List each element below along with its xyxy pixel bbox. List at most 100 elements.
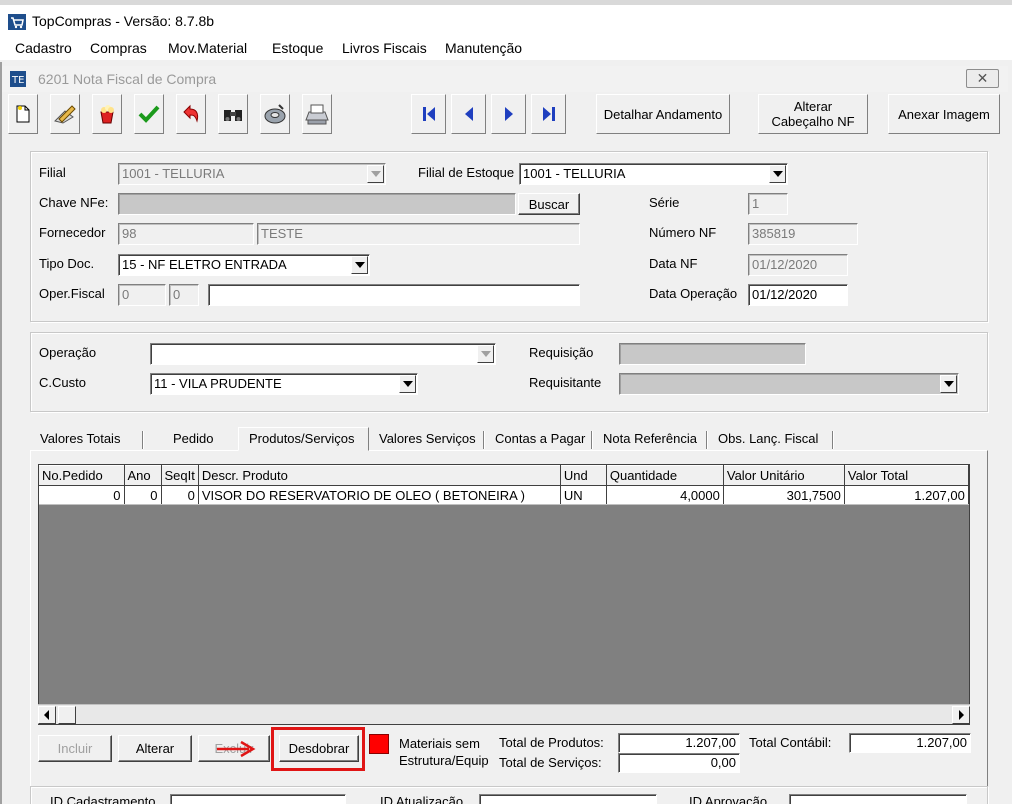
col-ano[interactable]: Ano [124,465,162,486]
new-document-icon [16,105,30,123]
col-descr-produto[interactable]: Descr. Produto [198,465,561,486]
disk-icon [264,104,286,124]
detalhar-andamento-button[interactable]: Detalhar Andamento [596,94,730,134]
red-arrow-icon [217,740,256,758]
menu-compras[interactable]: Compras [88,40,149,56]
oper-fiscal-b-field[interactable]: 0 [169,284,199,306]
filial-select[interactable]: 1001 - TELLURIA [118,163,386,185]
anexar-imagem-button[interactable]: Anexar Imagem [888,94,1000,134]
tab-contas-a-pagar[interactable]: Contas a Pagar [485,431,593,451]
id-atualizacao-label: ID Atualização [380,794,464,804]
operacao-select[interactable] [150,343,496,365]
requisicao-field[interactable] [619,343,806,365]
fornecedor-name-field[interactable]: TESTE [257,223,580,245]
scroll-left-button[interactable] [38,706,56,724]
chave-nfe-field[interactable] [118,193,516,215]
cell-quantidade: 4,0000 [606,485,724,505]
cell-no-pedido: 0 [39,485,125,505]
disk-button[interactable] [260,94,290,134]
next-record-button[interactable] [491,94,526,134]
col-valor-total[interactable]: Valor Total [844,465,969,486]
id-aprovacao-field [789,794,967,804]
data-nf-field[interactable]: 01/12/2020 [748,254,848,276]
menu-manutencao[interactable]: Manutenção [443,40,524,56]
search-button[interactable] [218,94,248,134]
filial-label: Filial [39,165,66,180]
requisitante-select[interactable] [619,373,959,395]
tab-valores-servicos[interactable]: Valores Serviços [369,431,485,451]
data-operacao-field[interactable]: 01/12/2020 [748,284,848,306]
svg-text:TE: TE [11,75,24,86]
col-und[interactable]: Und [560,465,607,486]
alterar-button[interactable]: Alterar [118,735,192,762]
pencil-paper-icon [54,105,76,124]
tab-nota-referencia[interactable]: Nota Referência [593,431,708,451]
serie-field[interactable]: 1 [748,193,788,215]
col-no-pedido[interactable]: No.Pedido [39,465,125,486]
tab-obs-lanc-fiscal[interactable]: Obs. Lanç. Fiscal [708,431,834,451]
undo-arrow-icon [183,104,199,123]
scroll-thumb[interactable] [58,706,76,724]
filial-estoque-select[interactable]: 1001 - TELLURIA [519,163,788,185]
total-produtos-label: Total de Produtos: [499,735,604,750]
chevron-down-icon [351,256,368,274]
id-cadastramento-field [170,794,346,804]
previous-record-button[interactable] [451,94,486,134]
cell-und: UN [560,485,607,505]
app-title: TopCompras - Versão: 8.7.8b [32,13,215,29]
menu-estoque[interactable]: Estoque [270,40,325,56]
last-icon [542,107,555,121]
legend-red-swatch [369,734,389,754]
buscar-button[interactable]: Buscar [518,193,580,215]
first-record-button[interactable] [411,94,446,134]
horizontal-scrollbar[interactable] [38,704,970,724]
menu-cadastro[interactable]: Cadastro [13,40,74,56]
print-button[interactable] [302,94,332,134]
tab-valores-totais[interactable]: Valores Totais [30,431,144,451]
undo-button[interactable] [176,94,206,134]
alterar-cabecalho-button[interactable]: Alterar Cabeçalho NF [758,94,868,134]
chevron-down-icon [769,165,786,183]
menu-mov-material[interactable]: Mov.Material [166,40,249,56]
highlight-box [271,727,365,771]
close-button[interactable]: ✕ [966,69,999,88]
child-window-titlebar: TE 6201 Nota Fiscal de Compra ✕ [2,66,1008,92]
cell-ano: 0 [124,485,162,505]
fornecedor-code-field[interactable]: 98 [118,223,254,245]
col-seqit[interactable]: SeqIt [161,465,199,486]
edit-button[interactable] [50,94,80,134]
total-contabil-label: Total Contábil: [749,735,832,750]
confirm-button[interactable] [134,94,164,134]
data-operacao-label: Data Operação [649,286,738,301]
popcorn-icon [100,105,114,124]
oper-fiscal-a-field[interactable]: 0 [118,284,166,306]
col-quantidade[interactable]: Quantidade [606,465,724,486]
incluir-button[interactable]: Incluir [38,735,112,762]
binoculars-icon [224,110,242,121]
new-button[interactable] [8,94,38,134]
numero-nf-field[interactable]: 385819 [748,223,858,245]
chevron-down-icon [367,165,384,183]
cancel-button[interactable] [92,94,122,134]
products-grid[interactable]: No.Pedido Ano SeqIt Descr. Produto Und Q… [38,464,970,725]
requisicao-label: Requisição [529,345,594,360]
scroll-right-button[interactable] [952,706,970,724]
c-custo-select[interactable]: 11 - VILA PRUDENTE [150,373,418,395]
id-aprovacao-label: ID Aprovação [689,794,768,804]
data-nf-label: Data NF [649,256,698,271]
oper-fiscal-desc-field[interactable] [208,284,580,306]
last-record-button[interactable] [531,94,566,134]
child-window-title: 6201 Nota Fiscal de Compra [38,71,217,87]
tab-produtos-servicos[interactable]: Produtos/Serviços [238,427,369,451]
menu-livros-fiscais[interactable]: Livros Fiscais [340,40,429,56]
tipo-doc-select[interactable]: 15 - NF ELETRO ENTRADA [118,254,370,276]
chevron-down-icon [940,375,957,393]
c-custo-label: C.Custo [39,375,86,390]
toolbar: Detalhar Andamento Alterar Cabeçalho NF … [6,94,1006,136]
table-row[interactable]: 0 0 0 VISOR DO RESERVATORIO DE OLEO ( BE… [39,485,969,505]
requisitante-label: Requisitante [529,375,602,390]
tab-pedido[interactable]: Pedido [163,431,241,451]
arrow-right-icon [959,710,964,720]
chevron-down-icon [477,345,494,363]
col-valor-unitario[interactable]: Valor Unitário [723,465,845,486]
